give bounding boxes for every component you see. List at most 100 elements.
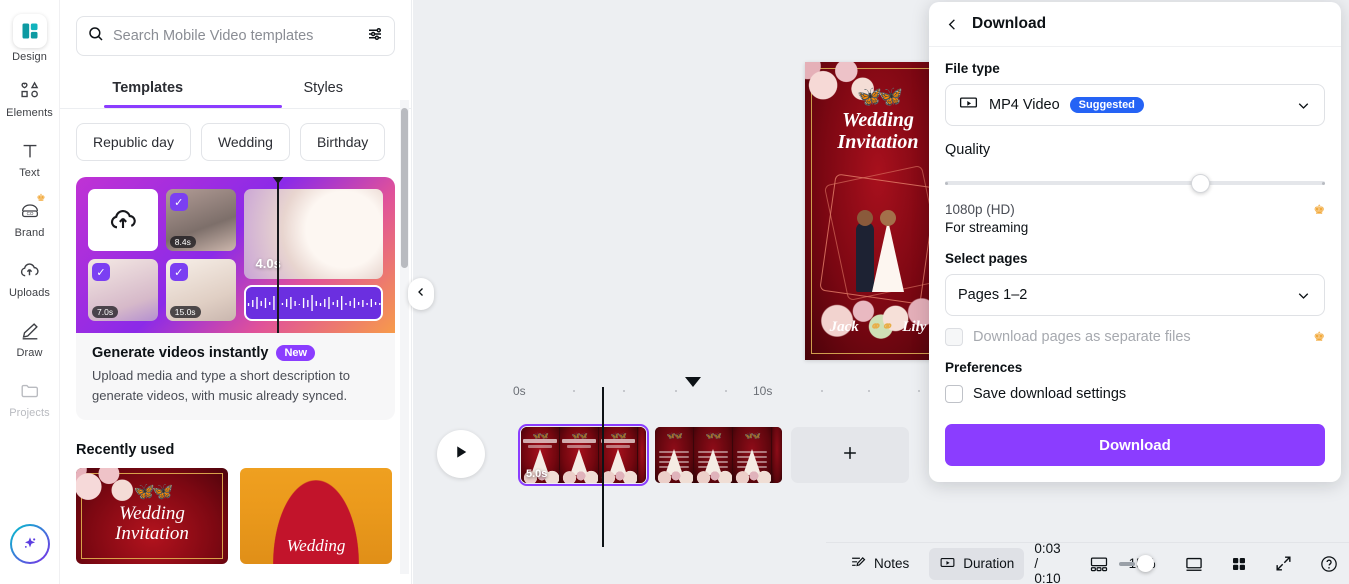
sidebar-item-uploads[interactable]: Uploads: [2, 250, 58, 306]
scene-frame: 🦋🦋: [599, 427, 637, 483]
panel-tabs: Templates Styles: [60, 70, 411, 108]
download-button[interactable]: Download: [945, 424, 1325, 466]
search-area: [60, 0, 411, 56]
tab-styles-label: Styles: [303, 80, 344, 96]
plus-icon: [840, 443, 860, 468]
flowers-decoration: [599, 470, 637, 483]
select-pages-dropdown[interactable]: Pages 1–2: [945, 274, 1325, 316]
chevron-down-icon[interactable]: [1295, 287, 1312, 304]
chip-label: Republic day: [93, 134, 174, 150]
sidebar-item-projects[interactable]: Projects: [2, 370, 58, 426]
category-chips: Republic day Wedding Birthday: [60, 109, 411, 173]
fit-page-icon[interactable]: [1184, 554, 1204, 574]
save-settings-checkbox[interactable]: [945, 385, 963, 403]
quality-slider[interactable]: [945, 172, 1325, 194]
promo-thumb-duration: 15.0s: [169, 306, 201, 318]
download-panel: Download File type MP4 Video Suggested Q…: [929, 2, 1341, 482]
sidebar-label-projects: Projects: [9, 406, 50, 419]
canva-editor-window: Design Elements Text ♚ CO Brand Uploads …: [0, 0, 1349, 584]
save-settings-row[interactable]: Save download settings: [945, 385, 1325, 403]
ruler-tick: [821, 390, 823, 392]
search-input[interactable]: [113, 28, 358, 44]
sidebar-label-design: Design: [12, 50, 47, 63]
recently-used-grid: 🦋🦋 Wedding Invitation Wedding: [60, 468, 411, 565]
crown-icon: ♚: [1313, 329, 1325, 344]
text-icon: [17, 138, 43, 164]
doves-icon: 🦋🦋: [666, 433, 683, 440]
scene-title-bar: [601, 439, 635, 443]
play-button[interactable]: [437, 430, 485, 478]
chip-republic-day[interactable]: Republic day: [76, 123, 191, 161]
quality-slider-max-tick: [1322, 181, 1325, 185]
duration-video-icon: [939, 554, 956, 574]
preferences-label: Preferences: [945, 360, 1023, 375]
notes-button[interactable]: Notes: [840, 548, 919, 580]
magic-sparkle-icon[interactable]: [10, 524, 50, 564]
filter-sliders-icon[interactable]: [366, 25, 384, 48]
sidebar-item-design[interactable]: Design: [2, 10, 58, 66]
timeline-view-icon[interactable]: [1089, 554, 1109, 574]
chip-birthday[interactable]: Birthday: [299, 123, 386, 161]
promo-thumb: ✓ 8.4s: [165, 189, 236, 251]
recent-template-card[interactable]: Wedding: [240, 468, 392, 565]
download-panel-footer: Download: [929, 414, 1341, 482]
recent-card-text: Wedding Invitation: [76, 504, 228, 544]
quality-slider-track: [945, 181, 1325, 185]
cloud-upload-icon: [88, 189, 158, 251]
sidebar-item-brand[interactable]: ♚ CO Brand: [2, 190, 58, 246]
promo-preview-frame: 4.0s: [243, 189, 383, 279]
scene-frame-partial: [772, 427, 782, 483]
check-icon: ✓: [92, 263, 110, 281]
crown-icon: ♚: [36, 193, 46, 204]
chip-wedding[interactable]: Wedding: [200, 123, 290, 161]
chevron-left-icon: [415, 285, 427, 303]
quality-label: Quality: [945, 142, 991, 158]
promo-thumb: ✓ 7.0s: [88, 259, 158, 321]
back-button[interactable]: [945, 17, 960, 32]
scene-frame: 🦋🦋: [655, 427, 693, 483]
tab-styles[interactable]: Styles: [236, 70, 412, 108]
zoom-slider-knob[interactable]: [1136, 555, 1154, 572]
sidebar-item-elements[interactable]: Elements: [2, 70, 58, 126]
name-right: Lily: [902, 319, 927, 335]
timeline-scene-2[interactable]: 🦋🦋 🦋🦋 🦋🦋: [655, 427, 782, 483]
duration-label: Duration: [963, 556, 1015, 571]
scene-title-bar-2: [528, 445, 552, 448]
chevron-down-icon[interactable]: [1295, 97, 1312, 114]
file-type-label: File type: [945, 61, 1000, 76]
grid-view-icon[interactable]: [1230, 555, 1248, 573]
projects-icon: [17, 378, 43, 404]
quality-text-block: 1080p (HD) For streaming: [945, 202, 1028, 235]
groom-head: [857, 210, 873, 226]
panel-scrollbar-thumb[interactable]: [401, 108, 408, 268]
playhead-marker[interactable]: [685, 377, 701, 387]
scene-title-bar: [523, 439, 557, 443]
recent-template-card[interactable]: 🦋🦋 Wedding Invitation: [76, 468, 228, 565]
ruler-tick: [918, 390, 920, 392]
timeline-scene-1[interactable]: 🦋🦋 🦋🦋 🦋🦋 5.0s: [518, 424, 649, 486]
quality-meta: 1080p (HD) For streaming ♚: [945, 202, 1325, 235]
scene-title-bar-2: [567, 445, 591, 448]
sidebar-item-text[interactable]: Text: [2, 130, 58, 186]
sidebar-item-draw[interactable]: Draw: [2, 310, 58, 366]
suggested-badge: Suggested: [1069, 97, 1144, 113]
duration-button[interactable]: Duration: [929, 547, 1025, 580]
separate-files-row[interactable]: Download pages as separate files ♚: [945, 328, 1325, 346]
ruler-tick: [573, 390, 575, 392]
add-scene-button[interactable]: [791, 427, 909, 483]
templates-panel: Templates Styles Republic day Wedding Bi…: [60, 0, 412, 584]
collapse-panel-handle[interactable]: [408, 278, 434, 310]
timecode-display: 0:03 / 0:10: [1034, 541, 1061, 584]
file-type-select[interactable]: MP4 Video Suggested: [945, 84, 1325, 126]
promo-thumb-duration: 7.0s: [92, 306, 119, 318]
flowers-decoration: [694, 470, 732, 483]
separate-files-checkbox[interactable]: [945, 328, 963, 346]
promo-card[interactable]: ✓ 8.4s ✓ 7.0s ✓ 15.0s 4.0s Generate vide…: [76, 177, 395, 421]
help-circle-icon[interactable]: [1319, 554, 1339, 574]
promo-title-row: Generate videos instantly New: [92, 345, 381, 361]
search-box[interactable]: [76, 16, 395, 56]
tab-templates[interactable]: Templates: [60, 70, 236, 108]
fullscreen-icon[interactable]: [1274, 554, 1293, 573]
search-icon: [87, 25, 105, 48]
quality-slider-knob[interactable]: [1191, 173, 1210, 193]
